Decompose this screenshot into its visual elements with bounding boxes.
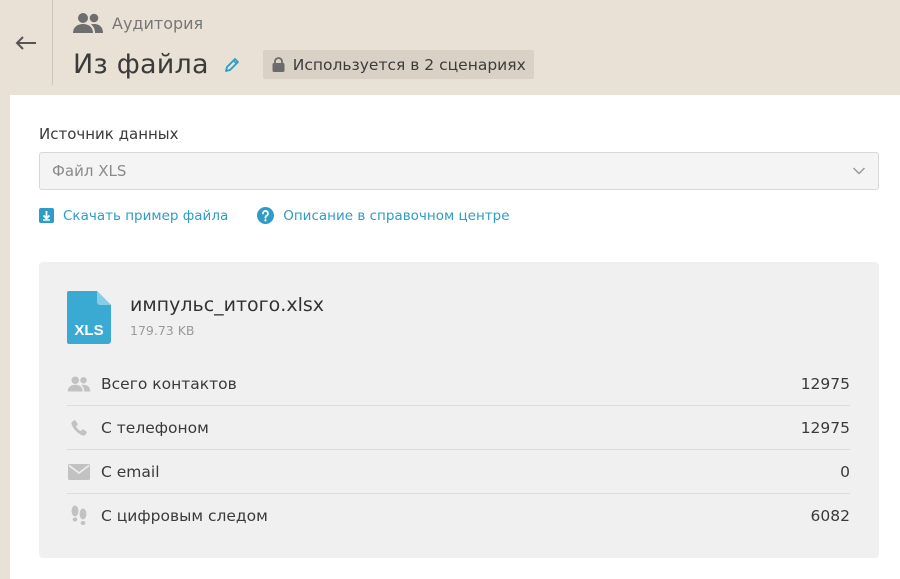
header: Аудитория Из файла Используется в 2 сцен… (0, 0, 900, 95)
file-name: импульс_итого.xlsx (130, 294, 324, 316)
email-icon (67, 462, 91, 482)
arrow-left-icon (15, 35, 36, 50)
breadcrumb-label: Аудитория (112, 13, 204, 33)
stat-row-email: С email 0 (67, 450, 850, 494)
title-row: Из файла Используется в 2 сценариях (73, 49, 534, 80)
help-icon (257, 207, 275, 224)
file-card: XLS импульс_итого.xlsx 179.73 KB Всего к… (39, 262, 879, 558)
chevron-down-icon (852, 167, 866, 175)
stat-row-footprint: С цифровым следом 6082 (67, 494, 850, 538)
stat-value: 6082 (810, 507, 850, 525)
help-center-link[interactable]: Описание в справочном центре (257, 207, 510, 224)
download-example-link[interactable]: Скачать пример файла (39, 208, 228, 224)
stat-label: С цифровым следом (101, 507, 268, 525)
help-center-label: Описание в справочном центре (283, 207, 510, 224)
page-title: Из файла (73, 49, 209, 80)
download-example-label: Скачать пример файла (63, 207, 229, 224)
source-select-value: Файл XLS (52, 162, 127, 180)
contacts-icon (67, 374, 91, 394)
pencil-icon[interactable] (223, 56, 241, 74)
stat-value: 12975 (800, 418, 850, 437)
xls-file-label: XLS (74, 322, 103, 339)
source-label: Источник данных (39, 125, 179, 143)
usage-badge: Используется в 2 сценариях (262, 50, 534, 79)
stat-label: Всего контактов (101, 374, 237, 393)
file-size: 179.73 KB (130, 323, 195, 338)
download-icon (39, 208, 54, 223)
back-button[interactable] (0, 0, 53, 85)
stat-row-total: Всего контактов 12975 (67, 362, 850, 406)
phone-icon (67, 418, 91, 438)
links-row: Скачать пример файла Описание в справочн… (39, 207, 510, 224)
stats-list: Всего контактов 12975 С телефоном 12975 (67, 362, 850, 538)
stat-value: 12975 (800, 374, 850, 393)
lock-icon (272, 57, 285, 72)
usage-badge-label: Используется в 2 сценариях (292, 55, 526, 74)
audience-icon (73, 13, 103, 33)
breadcrumb[interactable]: Аудитория (73, 11, 203, 35)
stat-row-phone: С телефоном 12975 (67, 406, 850, 450)
main-panel: Источник данных Файл XLS Скачать пример … (10, 95, 900, 579)
stat-value: 0 (840, 462, 850, 481)
footprints-icon (67, 505, 91, 526)
source-select[interactable]: Файл XLS (39, 152, 879, 190)
stat-label: С email (101, 462, 160, 481)
xls-file-icon: XLS (67, 291, 111, 344)
stat-label: С телефоном (101, 418, 209, 437)
